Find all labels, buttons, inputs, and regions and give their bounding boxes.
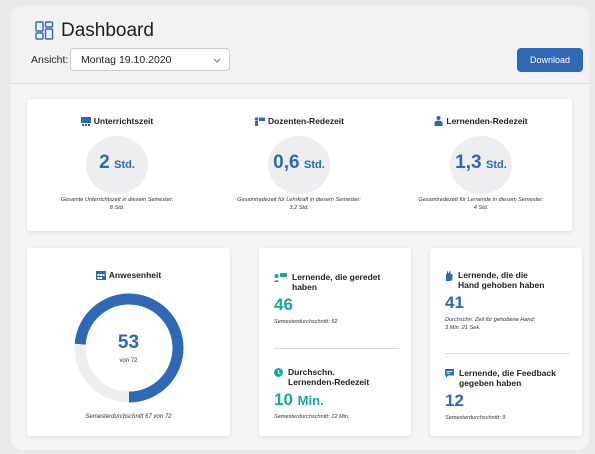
learners-icon [434,116,443,126]
stat-note-line2: 8 Std. [109,205,125,211]
stat-title-text: Lernenden-Redezeit [446,116,528,126]
avg-talk-title-line1: Durchschn. [288,367,335,377]
stat-note: Gesamtredezeit für Lehrkraft in diesem S… [209,196,389,212]
stat-number: 1,3 [455,152,482,173]
dashboard-panel: Dashboard Ansicht: Montag 19.10.2020 Dow… [11,6,589,450]
spoken-title: Lernende, die geredet haben [274,272,404,292]
stat-learner-talk: Lernenden-Redezeit 1,3 Std. Gesamtredeze… [391,99,571,231]
stat-value: 1,3 Std. [391,152,571,174]
view-date-select[interactable]: Montag 19.10.2020 [70,48,230,71]
stat-title-text: Unterrichtszeit [93,116,154,126]
download-button[interactable]: Download [517,48,583,72]
speaking-card: Lernende, die geredet haben 46 Semesterd… [259,248,411,436]
stat-unit: Std. [486,159,507,171]
feedback-title-text: Lernende, die Feedback gegeben haben [459,368,556,388]
spoken-value: 46 [274,295,293,314]
chevron-down-icon [213,58,221,63]
hand-note-line1: Durchschn. Zeit für gehobene Hand: [445,317,536,323]
hand-value: 41 [445,293,464,312]
participation-card: Lernende, die die Hand gehoben haben 41 D… [430,248,582,436]
stat-value: 0,6 Std. [209,152,389,174]
attendance-note: Semesterdurchschnitt 67 von 72 [85,414,172,420]
avg-talk-number: 10 [274,390,293,409]
spoken-note: Semesterdurchschnitt: 52 [274,319,338,325]
avg-talk-value: 10 Min. [274,390,404,410]
feedback-block: Lernende, die Feedback gegeben haben 12 S… [445,368,575,422]
stat-note-line1: Gesamte Unterrichtszeit in diesem Semest… [60,197,174,203]
stat-value: 2 Std. [27,152,207,174]
stat-title: Dozenten-Redezeit [209,116,389,126]
page-title: Dashboard [61,20,154,41]
classroom-icon [80,116,91,126]
stat-note-line2: 3,2 Std. [289,205,309,211]
feedback-icon [445,369,454,378]
avg-talk-block: Durchschn. Lernenden-Redezeit 10 Min. Sem… [274,367,404,421]
feedback-title-line2: gegeben haben [459,378,522,388]
feedback-note: Semesterdurchschnitt: 9 [445,415,506,421]
dashboard-header: Dashboard Ansicht: Montag 19.10.2020 Dow… [11,6,589,84]
hand-title-line2: Hand gehoben haben [458,280,545,290]
avg-talk-unit: Min. [297,393,324,408]
attendance-title-text: Anwesenheit [108,270,162,280]
clock-icon [274,368,283,377]
time-stats-card: Unterrichtszeit 2 Std. Gesamte Unterrich… [27,99,572,231]
stat-note: Gesamtredezeit für Lernende in diesem Se… [391,196,571,212]
stat-number: 0,6 [273,152,300,173]
avg-talk-title-text: Durchschn. Lernenden-Redezeit [288,367,369,387]
hand-title: Lernende, die die Hand gehoben haben [445,270,575,290]
spoken-title-text: Lernende, die geredet haben [292,272,381,292]
spoken-block: Lernende, die geredet haben 46 Semesterd… [274,272,404,326]
attendance-value: 53 [117,332,140,353]
view-date-value: Montag 19.10.2020 [81,54,172,66]
teacher-icon [254,116,265,126]
calendar-icon [95,270,106,280]
hand-note-line2: 3 Min. 21 Sek. [445,325,481,331]
stat-teaching-time: Unterrichtszeit 2 Std. Gesamte Unterrich… [27,99,207,231]
dashboard-icon [35,21,54,40]
title-row: Dashboard [35,20,154,42]
stat-note-line1: Gesamtredezeit für Lernende in diesem Se… [418,197,544,203]
stat-unit: Std. [304,159,325,171]
feedback-title: Lernende, die Feedback gegeben haben [445,368,575,388]
stat-note-line1: Gesamtredezeit für Lehrkraft in diesem S… [237,197,361,203]
speech-people-icon [274,273,287,282]
stat-teacher-talk: Dozenten-Redezeit 0,6 Std. Gesamtredezei… [209,99,389,231]
avg-talk-title-line2: Lernenden-Redezeit [288,377,370,387]
raised-hand-icon [446,271,453,281]
stat-note: Gesamte Unterrichtszeit in diesem Semest… [27,196,207,212]
attendance-title: Anwesenheit [27,270,230,280]
stat-note-line2: 4 Std. [473,205,489,211]
avg-talk-title: Durchschn. Lernenden-Redezeit [274,367,404,387]
feedback-value: 12 [445,391,464,410]
divider [445,353,570,354]
hand-note: Durchschn. Zeit für gehobene Hand: 3 Min.… [445,316,575,332]
stat-number: 2 [99,152,110,173]
feedback-title-line1: Lernende, die Feedback [459,368,556,378]
hand-block: Lernende, die die Hand gehoben haben 41 D… [445,270,575,332]
hand-title-line1: Lernende, die die [458,270,528,280]
stat-title-text: Dozenten-Redezeit [267,116,345,126]
stat-unit: Std. [114,159,135,171]
attendance-of: von 72 [119,358,138,364]
view-label: Ansicht: [31,54,69,66]
avg-talk-note: Semesterdurchschnitt: 12 Min. [274,414,350,420]
attendance-card: Anwesenheit 53 von 72 Semesterdurchschni… [27,248,230,436]
stat-title: Lernenden-Redezeit [391,116,571,126]
hand-title-text: Lernende, die die Hand gehoben haben [458,270,544,290]
divider [274,348,399,349]
stat-title: Unterrichtszeit [27,116,207,126]
